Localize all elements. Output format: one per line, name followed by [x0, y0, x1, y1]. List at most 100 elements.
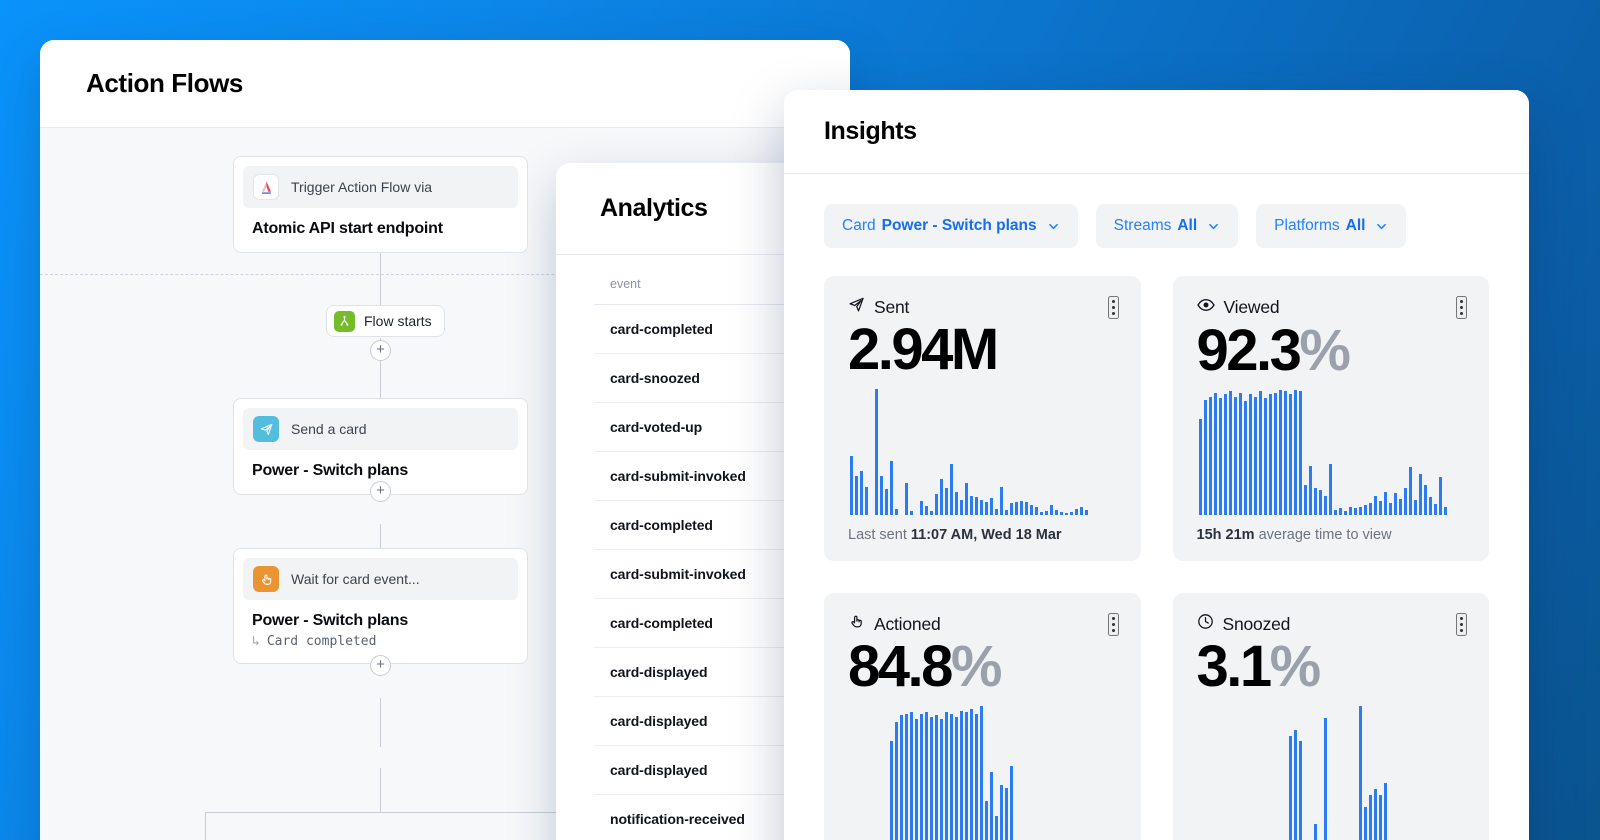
spark-bar	[910, 511, 913, 515]
spark-bar	[990, 498, 993, 515]
insights-window: Insights Card Power - Switch plans Streams…	[784, 90, 1529, 840]
kebab-menu-icon[interactable]	[1107, 613, 1119, 636]
add-step-button[interactable]: +	[370, 655, 391, 676]
spark-bar	[930, 511, 933, 515]
metric-card-header: Viewed	[1196, 296, 1466, 319]
spark-bar	[990, 772, 993, 840]
connector-line	[380, 768, 381, 812]
metric-label: Viewed	[1223, 297, 1280, 317]
metric-card-snoozed: Snoozed 3.1%	[1172, 593, 1489, 840]
spark-bar	[1408, 466, 1412, 515]
flow-node-chip-label: Send a card	[291, 421, 367, 437]
flow-node-subtitle: Card completed	[266, 634, 377, 649]
flow-start-pill[interactable]: Flow starts	[326, 305, 445, 337]
connector-line	[380, 698, 381, 747]
spark-bar	[965, 712, 968, 840]
spark-bar	[1258, 391, 1262, 515]
metric-value: 2.94M	[848, 317, 1117, 382]
spark-bar	[1398, 498, 1402, 515]
spark-bar	[1353, 508, 1357, 515]
kebab-menu-icon[interactable]	[1456, 296, 1467, 319]
spark-bar	[1298, 741, 1302, 840]
spark-bar	[1403, 487, 1407, 515]
spark-bar	[1313, 487, 1317, 515]
spark-bar	[1075, 508, 1078, 515]
spark-bar	[1383, 491, 1387, 515]
metric-footer-prefix: Last sent	[848, 527, 911, 543]
flow-node-chip: Trigger Action Flow via	[243, 166, 518, 208]
add-step-button[interactable]: +	[370, 481, 391, 502]
spark-bar	[1000, 486, 1003, 515]
spark-bar	[995, 816, 998, 840]
flow-node-chip-label: Wait for card event...	[291, 571, 420, 587]
spark-bar	[1035, 507, 1038, 515]
spark-bar	[1228, 391, 1232, 515]
spark-bar	[1413, 499, 1417, 515]
clock-icon	[1197, 613, 1214, 635]
spark-bar	[1443, 506, 1447, 515]
spark-bar	[1278, 389, 1282, 515]
spark-bar	[1318, 490, 1322, 515]
spark-bar	[1288, 394, 1292, 515]
spark-bar	[920, 500, 923, 515]
spark-bar	[1085, 509, 1088, 515]
spark-bar	[860, 471, 863, 515]
chevron-down-icon	[1047, 220, 1060, 233]
spark-bar	[1060, 512, 1063, 515]
spark-bar	[970, 495, 973, 515]
filter-label: Card	[842, 217, 876, 234]
spark-bar	[915, 718, 918, 840]
spark-bar	[1378, 501, 1382, 515]
filter-chip-platforms[interactable]: Platforms All	[1256, 204, 1407, 248]
spark-bar	[1358, 705, 1362, 840]
metric-card-header: Snoozed	[1197, 613, 1466, 635]
metric-value: 3.1%	[1197, 634, 1466, 699]
metric-number: 2.94M	[848, 317, 999, 382]
spark-bar	[1000, 784, 1003, 840]
flow-node-wait-event[interactable]: Wait for card event... Power - Switch pl…	[233, 548, 528, 664]
send-icon	[848, 296, 865, 318]
filter-label: Platforms	[1274, 217, 1340, 234]
metric-footer: 15h 21m average time to view	[1197, 527, 1466, 543]
filter-chip-card[interactable]: Card Power - Switch plans	[824, 204, 1078, 248]
metric-footer-suffix: average time to view	[1254, 527, 1392, 543]
flow-node-trigger[interactable]: Trigger Action Flow via Atomic API start…	[233, 156, 528, 253]
spark-bar	[1005, 788, 1008, 840]
spark-bar	[900, 715, 903, 840]
analytics-title: Analytics	[600, 194, 708, 222]
spark-bar	[1313, 824, 1317, 840]
insights-header: Insights	[784, 90, 1529, 174]
action-flows-header: Action Flows	[40, 40, 850, 128]
spark-bar	[880, 476, 883, 515]
metric-footer: Last sent 11:07 AM, Wed 18 Mar	[848, 527, 1117, 543]
spark-bar	[940, 718, 943, 840]
spark-bar	[930, 716, 933, 840]
spark-bar	[1233, 396, 1237, 515]
spark-bar	[1338, 508, 1342, 515]
spark-bar	[905, 713, 908, 840]
spark-bar	[970, 709, 973, 840]
spark-bar	[1248, 394, 1252, 515]
spark-bar	[1363, 806, 1367, 840]
metric-unit: %	[950, 634, 1003, 699]
spark-bar	[1303, 484, 1307, 515]
spark-bar	[1383, 782, 1387, 840]
spark-bar	[1273, 392, 1277, 515]
kebab-menu-icon[interactable]	[1107, 296, 1119, 319]
spark-bar	[935, 494, 938, 515]
spark-bar	[1433, 504, 1437, 515]
spark-bar	[895, 721, 898, 840]
metric-label: Actioned	[874, 613, 941, 634]
metric-unit: %	[1269, 634, 1322, 699]
filter-chip-streams[interactable]: Streams All	[1095, 204, 1239, 248]
chevron-down-icon	[1207, 220, 1220, 233]
spark-bar	[955, 716, 958, 840]
spark-bar	[1268, 394, 1272, 515]
spark-bar	[1348, 506, 1352, 515]
add-step-button[interactable]: +	[370, 340, 391, 361]
spark-bar	[980, 499, 983, 515]
spark-bar	[1358, 506, 1362, 515]
metric-card-sent: Sent 2.94M Last sent 11:07 AM, Wed 18 Mar	[824, 276, 1141, 561]
spark-bar	[1293, 389, 1297, 515]
kebab-menu-icon[interactable]	[1456, 613, 1467, 636]
